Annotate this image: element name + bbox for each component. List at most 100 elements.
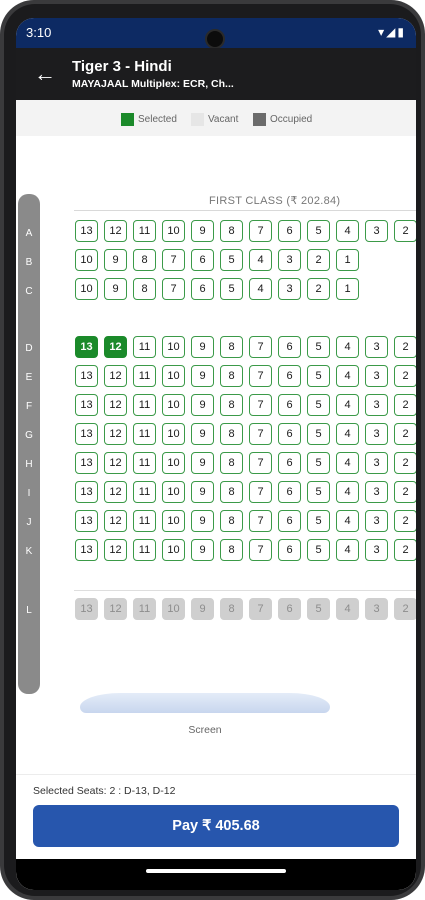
seat-e-4[interactable]: 4	[336, 365, 359, 387]
seat-e-3[interactable]: 3	[365, 365, 388, 387]
seat-a-13[interactable]: 13	[75, 220, 98, 242]
seat-i-11[interactable]: 11	[133, 481, 156, 503]
seat-g-9[interactable]: 9	[191, 423, 214, 445]
seat-b-9[interactable]: 9	[104, 249, 127, 271]
seat-d-12[interactable]: 12	[104, 336, 127, 358]
seat-a-8[interactable]: 8	[220, 220, 243, 242]
seat-b-7[interactable]: 7	[162, 249, 185, 271]
seat-e-5[interactable]: 5	[307, 365, 330, 387]
seat-j-6[interactable]: 6	[278, 510, 301, 532]
seat-f-9[interactable]: 9	[191, 394, 214, 416]
seat-c-8[interactable]: 8	[133, 278, 156, 300]
seat-a-2[interactable]: 2	[394, 220, 416, 242]
seat-a-6[interactable]: 6	[278, 220, 301, 242]
seat-a-5[interactable]: 5	[307, 220, 330, 242]
seat-e-2[interactable]: 2	[394, 365, 416, 387]
seat-h-3[interactable]: 3	[365, 452, 388, 474]
seat-f-13[interactable]: 13	[75, 394, 98, 416]
seat-i-3[interactable]: 3	[365, 481, 388, 503]
seat-a-4[interactable]: 4	[336, 220, 359, 242]
seat-e-12[interactable]: 12	[104, 365, 127, 387]
seat-d-13[interactable]: 13	[75, 336, 98, 358]
seat-g-12[interactable]: 12	[104, 423, 127, 445]
seat-j-5[interactable]: 5	[307, 510, 330, 532]
seat-f-10[interactable]: 10	[162, 394, 185, 416]
seat-j-7[interactable]: 7	[249, 510, 272, 532]
seat-b-1[interactable]: 1	[336, 249, 359, 271]
seat-e-9[interactable]: 9	[191, 365, 214, 387]
seat-a-12[interactable]: 12	[104, 220, 127, 242]
seat-i-4[interactable]: 4	[336, 481, 359, 503]
seat-e-13[interactable]: 13	[75, 365, 98, 387]
seat-g-8[interactable]: 8	[220, 423, 243, 445]
seat-g-6[interactable]: 6	[278, 423, 301, 445]
seat-j-11[interactable]: 11	[133, 510, 156, 532]
seat-d-11[interactable]: 11	[133, 336, 156, 358]
seat-a-11[interactable]: 11	[133, 220, 156, 242]
seat-j-12[interactable]: 12	[104, 510, 127, 532]
seat-h-13[interactable]: 13	[75, 452, 98, 474]
seat-k-12[interactable]: 12	[104, 539, 127, 561]
pay-button[interactable]: Pay ₹ 405.68	[33, 805, 399, 847]
seat-h-11[interactable]: 11	[133, 452, 156, 474]
seat-k-11[interactable]: 11	[133, 539, 156, 561]
seat-h-6[interactable]: 6	[278, 452, 301, 474]
seat-d-8[interactable]: 8	[220, 336, 243, 358]
seat-f-6[interactable]: 6	[278, 394, 301, 416]
seat-g-13[interactable]: 13	[75, 423, 98, 445]
seat-e-6[interactable]: 6	[278, 365, 301, 387]
seat-e-11[interactable]: 11	[133, 365, 156, 387]
seat-h-12[interactable]: 12	[104, 452, 127, 474]
seat-h-9[interactable]: 9	[191, 452, 214, 474]
seat-f-4[interactable]: 4	[336, 394, 359, 416]
seat-k-10[interactable]: 10	[162, 539, 185, 561]
seat-i-2[interactable]: 2	[394, 481, 416, 503]
seat-c-1[interactable]: 1	[336, 278, 359, 300]
seat-k-5[interactable]: 5	[307, 539, 330, 561]
seat-a-9[interactable]: 9	[191, 220, 214, 242]
seat-d-9[interactable]: 9	[191, 336, 214, 358]
seat-h-4[interactable]: 4	[336, 452, 359, 474]
seat-j-2[interactable]: 2	[394, 510, 416, 532]
seat-k-8[interactable]: 8	[220, 539, 243, 561]
seat-k-13[interactable]: 13	[75, 539, 98, 561]
seat-h-10[interactable]: 10	[162, 452, 185, 474]
seat-i-13[interactable]: 13	[75, 481, 98, 503]
seat-f-7[interactable]: 7	[249, 394, 272, 416]
seat-b-10[interactable]: 10	[75, 249, 98, 271]
seat-i-9[interactable]: 9	[191, 481, 214, 503]
seat-f-8[interactable]: 8	[220, 394, 243, 416]
seat-f-12[interactable]: 12	[104, 394, 127, 416]
seat-e-7[interactable]: 7	[249, 365, 272, 387]
seat-h-8[interactable]: 8	[220, 452, 243, 474]
seat-c-9[interactable]: 9	[104, 278, 127, 300]
seat-k-3[interactable]: 3	[365, 539, 388, 561]
seat-e-10[interactable]: 10	[162, 365, 185, 387]
seat-a-3[interactable]: 3	[365, 220, 388, 242]
seat-k-2[interactable]: 2	[394, 539, 416, 561]
seat-d-10[interactable]: 10	[162, 336, 185, 358]
seat-i-6[interactable]: 6	[278, 481, 301, 503]
seat-g-5[interactable]: 5	[307, 423, 330, 445]
seat-g-7[interactable]: 7	[249, 423, 272, 445]
seat-b-8[interactable]: 8	[133, 249, 156, 271]
seat-g-2[interactable]: 2	[394, 423, 416, 445]
seat-g-4[interactable]: 4	[336, 423, 359, 445]
seat-i-7[interactable]: 7	[249, 481, 272, 503]
seat-i-5[interactable]: 5	[307, 481, 330, 503]
seat-d-4[interactable]: 4	[336, 336, 359, 358]
seat-j-10[interactable]: 10	[162, 510, 185, 532]
seat-a-10[interactable]: 10	[162, 220, 185, 242]
seat-g-10[interactable]: 10	[162, 423, 185, 445]
seat-a-7[interactable]: 7	[249, 220, 272, 242]
seat-c-2[interactable]: 2	[307, 278, 330, 300]
seat-g-11[interactable]: 11	[133, 423, 156, 445]
back-arrow-icon[interactable]: ←	[30, 59, 60, 89]
seat-b-5[interactable]: 5	[220, 249, 243, 271]
seat-c-10[interactable]: 10	[75, 278, 98, 300]
seat-i-8[interactable]: 8	[220, 481, 243, 503]
seat-c-7[interactable]: 7	[162, 278, 185, 300]
seat-j-8[interactable]: 8	[220, 510, 243, 532]
seat-b-4[interactable]: 4	[249, 249, 272, 271]
seat-b-3[interactable]: 3	[278, 249, 301, 271]
